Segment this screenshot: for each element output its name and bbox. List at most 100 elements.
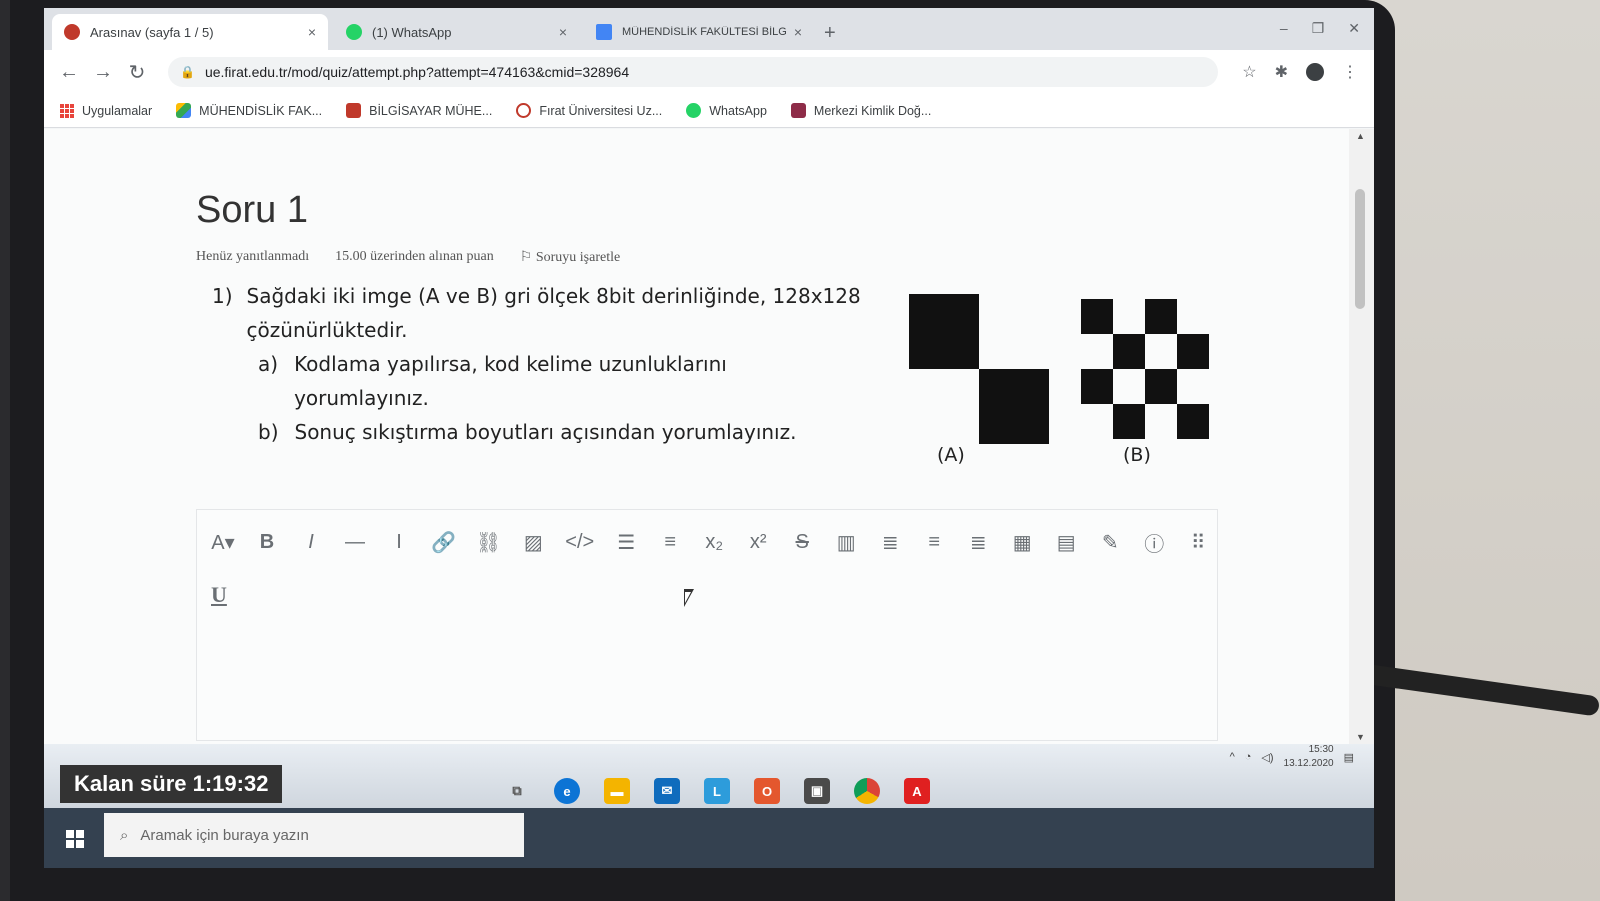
question-status: Henüz yanıtlanmadı (196, 249, 310, 264)
close-icon[interactable]: × (794, 24, 802, 40)
l-app-icon[interactable]: L (704, 778, 730, 804)
address-bar[interactable]: 🔒 ue.firat.edu.tr/mod/quiz/attempt.php?a… (168, 57, 1218, 87)
bookmark-bilgisayar[interactable]: BİLGİSAYAR MÜHE... (346, 103, 492, 118)
figure-b-cell (1081, 404, 1113, 439)
question-number: 1) (212, 284, 233, 308)
unlink-icon[interactable]: ⛓ (476, 530, 501, 555)
bookmark-apps[interactable]: Uygulamalar (60, 103, 152, 118)
link-icon[interactable]: 🔗 (431, 530, 456, 555)
figure-b-cell (1177, 404, 1209, 439)
figure-b-cell (1113, 299, 1145, 334)
chevron-up-icon[interactable]: ^ (1230, 751, 1235, 763)
table-icon[interactable]: ▦ (1010, 530, 1034, 555)
editor-button-4[interactable]: I (387, 531, 411, 554)
underline-button[interactable]: U (211, 582, 227, 608)
question-title: Soru 1 (196, 189, 308, 231)
figure-b-cell (1113, 369, 1145, 404)
numbered-list-icon[interactable]: ≡ (658, 531, 682, 554)
edge-icon[interactable]: e (554, 778, 580, 804)
editor-button-13[interactable]: S (790, 531, 814, 554)
figure-b-cell (1177, 299, 1209, 334)
system-clock[interactable]: 15:30 13.12.2020 (1284, 743, 1334, 771)
menu-icon[interactable]: ⋮ (1342, 62, 1358, 82)
back-icon[interactable]: ← (52, 61, 86, 84)
flag-question-link[interactable]: ⚐ Soruyu işaretle (520, 249, 620, 266)
new-tab-button[interactable]: + (824, 22, 836, 45)
image-icon[interactable]: ▨ (521, 530, 545, 555)
editor-button-8[interactable]: </> (565, 531, 594, 554)
bookmark-kimlik[interactable]: Merkezi Kimlik Doğ... (790, 103, 931, 118)
question-part-a: a) Kodlama yapılırsa, kod kelime uzunluk… (258, 347, 862, 415)
whatsapp-icon (686, 103, 702, 118)
reload-icon[interactable]: ↻ (120, 60, 154, 85)
figure-b-image (1081, 299, 1209, 439)
scroll-up-icon[interactable]: ▲ (1356, 131, 1365, 141)
mail-icon[interactable]: ✉ (654, 778, 680, 804)
task-view-icon[interactable]: ⧉ (504, 778, 530, 804)
bookmark-firat[interactable]: Fırat Üniversitesi Uz... (516, 103, 662, 118)
forward-icon[interactable]: → (86, 61, 120, 84)
bookmarks-bar: Uygulamalar MÜHENDİSLİK FAK... BİLGİSAYA… (44, 94, 1374, 128)
close-icon[interactable]: × (559, 24, 567, 40)
tab-title: MÜHENDİSLİK FAKÜLTESİ BİLGİS... (622, 26, 786, 38)
volume-icon[interactable]: ◁) (1261, 751, 1273, 764)
edit-icon[interactable]: ✎ (1098, 530, 1122, 555)
apps-grid-icon (60, 103, 74, 118)
minimize-icon[interactable]: – (1280, 20, 1288, 37)
editor-button-3[interactable]: — (343, 531, 367, 554)
scroll-down-icon[interactable]: ▼ (1356, 732, 1365, 742)
scroll-thumb[interactable] (1355, 189, 1365, 309)
figure-b-cell (1145, 404, 1177, 439)
extensions-icon[interactable]: ✱ (1275, 62, 1288, 82)
chrome-icon[interactable] (854, 778, 880, 804)
network-icon[interactable]: ◔ (1245, 751, 1252, 763)
close-icon[interactable]: × (308, 24, 316, 40)
bookmark-label: Fırat Üniversitesi Uz... (539, 103, 663, 118)
question-points: 15.00 üzerinden alınan puan (335, 249, 494, 264)
page-content: Soru 1 Henüz yanıtlanmadı 15.00 üzerinde… (44, 129, 1349, 744)
figure-b-caption: (B) (1123, 444, 1151, 466)
align-left-icon[interactable]: ≣ (878, 530, 902, 555)
profile-icon[interactable] (1306, 63, 1324, 81)
editor-button-11[interactable]: x₂ (702, 531, 726, 554)
figure-b-cell (1081, 369, 1113, 404)
mouse-cursor-fill (685, 592, 691, 603)
bookmark-whatsapp[interactable]: WhatsApp (686, 103, 767, 118)
windows-start-icon[interactable] (66, 830, 84, 848)
table-edit-icon[interactable]: ▤ (1054, 530, 1078, 555)
editor-button-2[interactable]: I (299, 531, 323, 554)
browser-toolbar: ← → ↻ 🔒 ue.firat.edu.tr/mod/quiz/attempt… (44, 50, 1374, 94)
whatsapp-icon (346, 24, 362, 40)
figure-b-cell (1081, 299, 1113, 334)
answer-editor[interactable]: A▾ B I — I 🔗 ⛓ ▨ </> ☰ ≡ x₂ x² S ▥ ≣ ≡ ≣ ▦ ▤ ✎ ⓘ ⠿ U (196, 509, 1218, 741)
restore-icon[interactable]: ❐ (1312, 20, 1325, 37)
align-center-icon[interactable]: ≡ (922, 531, 946, 554)
bookmark-label: BİLGİSAYAR MÜHE... (369, 103, 493, 118)
file-explorer-icon[interactable]: ▬ (604, 778, 630, 804)
align-right-icon[interactable]: ≣ (966, 530, 990, 555)
acrobat-icon[interactable]: A (904, 778, 930, 804)
office-icon[interactable]: O (754, 778, 780, 804)
bullet-list-icon[interactable]: ☰ (614, 530, 638, 555)
bookmark-muhendislik[interactable]: MÜHENDİSLİK FAK... (176, 103, 322, 118)
firat-icon (516, 103, 532, 118)
accessibility-icon[interactable]: ⓘ (1142, 528, 1166, 557)
tab-arasinav[interactable]: Arasınav (sayfa 1 / 5) × (52, 14, 328, 50)
editor-toolbar: A▾ B I — I 🔗 ⛓ ▨ </> ☰ ≡ x₂ x² S ▥ ≣ ≡ ≣ ▦ ▤ ✎ ⓘ ⠿ (211, 528, 1210, 557)
editor-button-1[interactable]: B (255, 531, 279, 554)
store-icon[interactable]: ▣ (804, 778, 830, 804)
tab-whatsapp[interactable]: (1) WhatsApp × (334, 14, 579, 50)
editor-button-0[interactable]: A▾ (211, 530, 235, 555)
tab-muhendislik[interactable]: MÜHENDİSLİK FAKÜLTESİ BİLGİS... × (584, 14, 814, 50)
notification-icon[interactable]: ▤ (1344, 751, 1354, 764)
star-icon[interactable]: ☆ (1242, 62, 1256, 82)
figure-b-cell (1081, 334, 1113, 369)
taskbar-search[interactable]: ⌕ Aramak için buraya yazın (104, 813, 524, 857)
clock-date: 13.12.2020 (1283, 758, 1334, 769)
close-window-icon[interactable]: ✕ (1348, 20, 1360, 37)
editor-button-12[interactable]: x² (746, 531, 770, 554)
page-scrollbar[interactable]: ▲ ▼ (1349, 129, 1374, 744)
more-icon[interactable]: ⠿ (1186, 530, 1210, 555)
bookmark-red-icon (346, 103, 362, 118)
table-col-icon[interactable]: ▥ (834, 530, 858, 555)
